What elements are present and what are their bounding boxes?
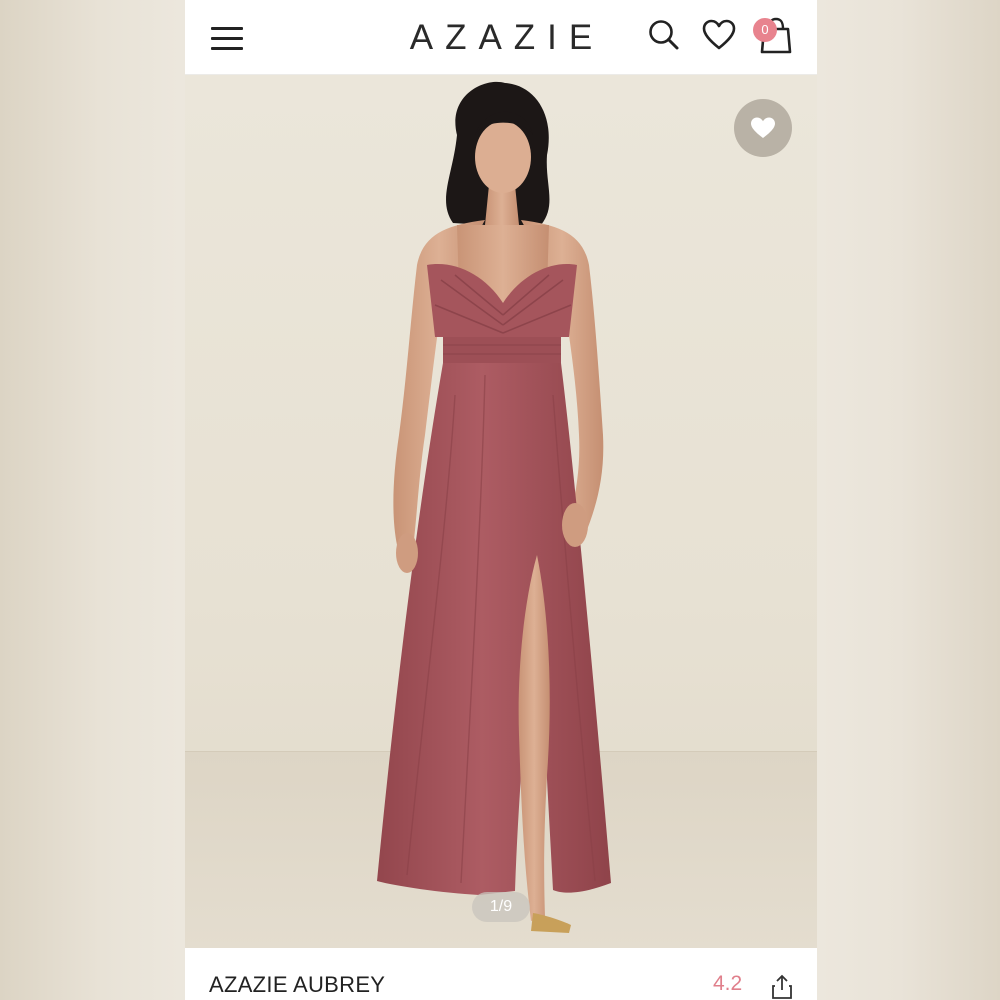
product-info-bar: AZAZIE AUBREY 4.2 — [185, 948, 817, 1000]
product-photo-model-in-dress — [377, 81, 611, 933]
product-title: AZAZIE AUBREY — [209, 972, 386, 997]
favorite-heart-icon[interactable] — [734, 99, 792, 157]
search-icon[interactable] — [647, 18, 681, 52]
wishlist-heart-icon[interactable] — [701, 18, 737, 52]
shopping-bag-icon[interactable]: 0 — [751, 14, 795, 56]
share-icon[interactable] — [771, 974, 793, 1000]
image-pager-indicator: 1/9 — [472, 892, 530, 922]
product-rating[interactable]: 4.2 — [713, 972, 742, 996]
phone-screen: AZAZIE 0 1/9 AZAZIE AUBREY 4.2 — [185, 0, 817, 1000]
top-nav-bar: AZAZIE 0 — [185, 0, 817, 75]
cart-count-badge: 0 — [753, 18, 777, 42]
product-image-gallery[interactable]: 1/9 — [185, 75, 817, 948]
